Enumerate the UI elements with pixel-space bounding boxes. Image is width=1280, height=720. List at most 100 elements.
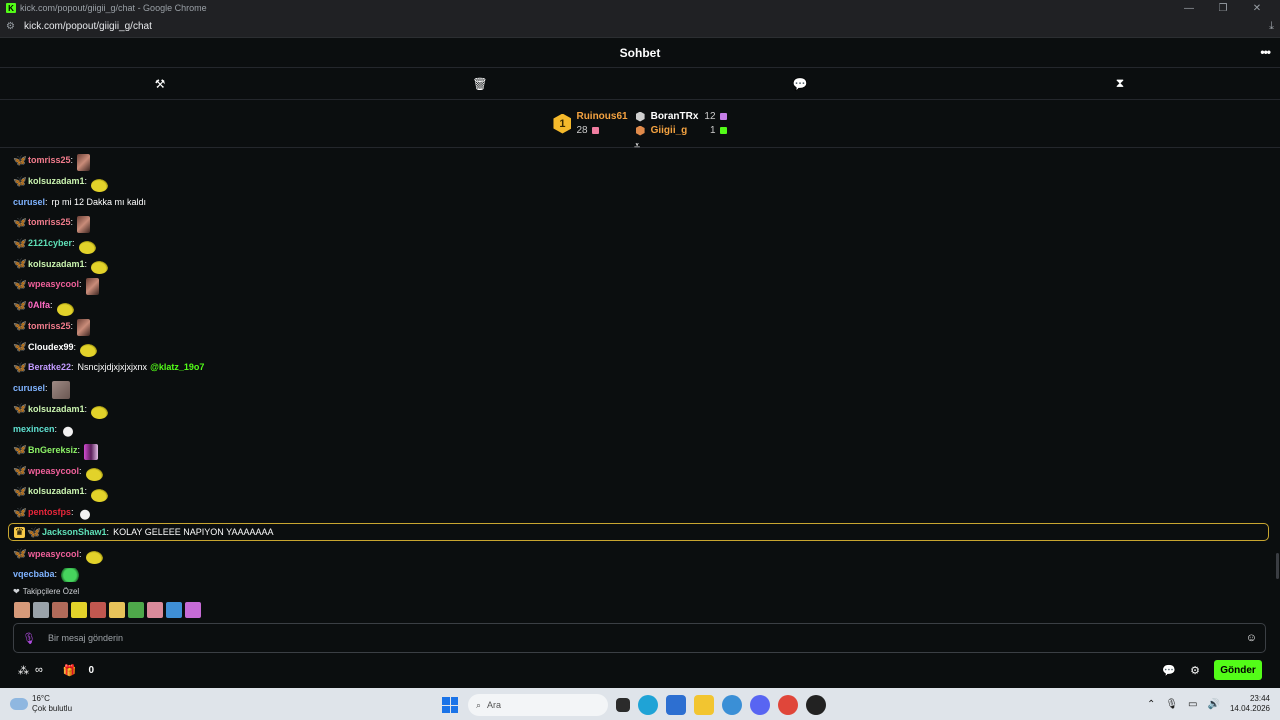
emote-option-icon[interactable] [71,602,87,618]
app-icon[interactable] [806,695,826,715]
message-username[interactable]: 0Alfa [28,300,50,310]
subscriber-badge-icon[interactable]: 🦋 [13,547,27,560]
taskbar-search[interactable]: ⌕ Ara [468,694,608,716]
emote-pepe-icon[interactable] [91,178,109,192]
hammer-icon[interactable]: ⚒ [150,77,170,91]
close-icon[interactable]: ✕ [1240,3,1274,14]
emote-hand-icon[interactable] [77,507,92,522]
emote-pepe-icon[interactable] [85,468,103,482]
gift-box-icon[interactable]: 🎁 [63,664,77,677]
infinity-icon[interactable]: ∞ [35,664,43,676]
chat-bubble-icon[interactable]: 💬 [790,77,810,91]
clock[interactable]: 23:44 14.04.2026 [1230,694,1270,714]
subscriber-badge-icon[interactable]: 🦋 [13,216,27,229]
emote-option-icon[interactable] [52,602,68,618]
network-icon[interactable]: ▭ [1188,699,1197,710]
message-input[interactable] [47,633,1246,643]
message-username[interactable]: kolsuzadam1 [28,486,85,496]
emote-girl-icon[interactable] [85,277,99,295]
emote-option-icon[interactable] [109,602,125,618]
emote-girl-icon[interactable] [77,319,91,337]
subscriber-badge-icon[interactable]: 🦋 [13,237,27,250]
settings-app-icon[interactable] [722,695,742,715]
message-username[interactable]: 2121cyber [28,238,72,248]
more-options-icon[interactable]: ••• [1260,45,1271,59]
emoji-picker-icon[interactable]: ☺ [1246,632,1257,644]
edge-icon[interactable] [638,695,658,715]
site-settings-icon[interactable]: ⚙ [6,21,18,32]
discord-icon[interactable] [750,695,770,715]
leaderboard-first[interactable]: 1 Ruinous61 28 [553,111,628,136]
subscriber-badge-icon[interactable]: 🦋 [13,361,27,374]
subscriber-badge-icon[interactable]: 🦋 [13,402,27,415]
message-mention[interactable]: @klatz_19o7 [150,362,204,372]
message-username[interactable]: tomriss25 [28,217,71,227]
message-username[interactable]: kolsuzadam1 [28,176,85,186]
emote-pepe-icon[interactable] [78,240,96,254]
emote-option-icon[interactable] [128,602,144,618]
chat-settings-bubble-icon[interactable]: 💬 [1162,664,1176,677]
store-icon[interactable] [666,695,686,715]
message-username[interactable]: kolsuzadam1 [28,404,85,414]
emote-hand-icon[interactable] [61,424,76,439]
message-username[interactable]: curusel [13,197,45,207]
gear-icon[interactable]: ⚙ [1190,664,1200,677]
subscriber-badge-icon[interactable]: 🦋 [13,340,27,353]
message-username[interactable]: curusel [13,383,45,393]
weather-widget[interactable]: 16°C Çok bulutlu [10,694,130,714]
emote-pepe-icon[interactable] [91,488,109,502]
url-text[interactable]: kick.com/popout/giigii_g/chat [24,21,152,32]
subscriber-badge-icon[interactable]: 🦋 [13,175,27,188]
message-username[interactable]: Cloudex99 [28,342,74,352]
subscriber-badge-icon[interactable]: 🦋 [13,464,27,477]
emote-option-icon[interactable] [147,602,163,618]
message-username[interactable]: mexincen [13,424,55,434]
emote-pepe-icon[interactable] [56,302,74,316]
emote-option-icon[interactable] [90,602,106,618]
subscriber-badge-icon[interactable]: 🦋 [13,506,27,519]
message-username[interactable]: wpeasycool [28,466,79,476]
message-username[interactable]: tomriss25 [28,155,71,165]
emote-duo-icon[interactable] [84,443,99,460]
subscriber-badge-icon[interactable]: 🦋 [13,299,27,312]
emote-option-icon[interactable] [185,602,201,618]
subscriber-badge-icon[interactable]: 🦋 [13,485,27,498]
leader-2-name[interactable]: BoranTRx [651,111,699,122]
emote-pepe-icon[interactable] [85,551,103,565]
message-username[interactable]: kolsuzadam1 [28,259,85,269]
subscriber-badge-icon[interactable]: 🦋 [27,526,41,539]
send-button[interactable]: Gönder [1214,660,1262,680]
hourglass-icon[interactable]: ⧗ [1110,76,1130,91]
volume-icon[interactable]: 🔊 [1208,699,1220,710]
emote-option-icon[interactable] [33,602,49,618]
message-username[interactable]: pentosfps [28,507,71,517]
message-username[interactable]: vqecbaba [13,569,55,579]
message-username[interactable]: wpeasycool [28,549,79,559]
emote-pepe-icon[interactable] [80,344,98,358]
subscriber-badge-icon[interactable]: 🦋 [13,319,27,332]
message-username[interactable]: tomriss25 [28,321,71,331]
emote-option-icon[interactable] [14,602,30,618]
chrome-icon[interactable] [778,695,798,715]
emote-girl-icon[interactable] [77,215,91,233]
download-icon[interactable]: ⤓ [1269,20,1274,33]
mic-tray-icon[interactable]: 🎙 [1165,699,1178,710]
subscriber-badge-icon[interactable]: 🦋 [13,154,27,167]
file-explorer-icon[interactable] [694,695,714,715]
subscriber-badge-icon[interactable]: 🦋 [13,278,27,291]
subscriber-badge-icon[interactable]: 🦋 [13,257,27,270]
message-username[interactable]: Beratke22 [28,362,71,372]
emote-girl-icon[interactable] [77,153,91,171]
restore-icon[interactable]: ❐ [1206,3,1240,14]
minimize-icon[interactable]: — [1172,3,1206,14]
message-username[interactable]: wpeasycool [28,279,79,289]
message-username[interactable]: JacksonShaw1 [42,527,107,537]
trash-icon[interactable]: 🗑 [470,77,490,91]
emote-pepe-icon[interactable] [91,406,109,420]
emote-cat-icon[interactable] [51,380,70,399]
leader-3-name[interactable]: Giigii_g [651,125,699,136]
message-username[interactable]: BnGereksiz [28,445,78,455]
start-button-icon[interactable] [442,697,458,713]
microphone-icon[interactable]: 🎙 [22,632,36,645]
emote-option-icon[interactable] [166,602,182,618]
